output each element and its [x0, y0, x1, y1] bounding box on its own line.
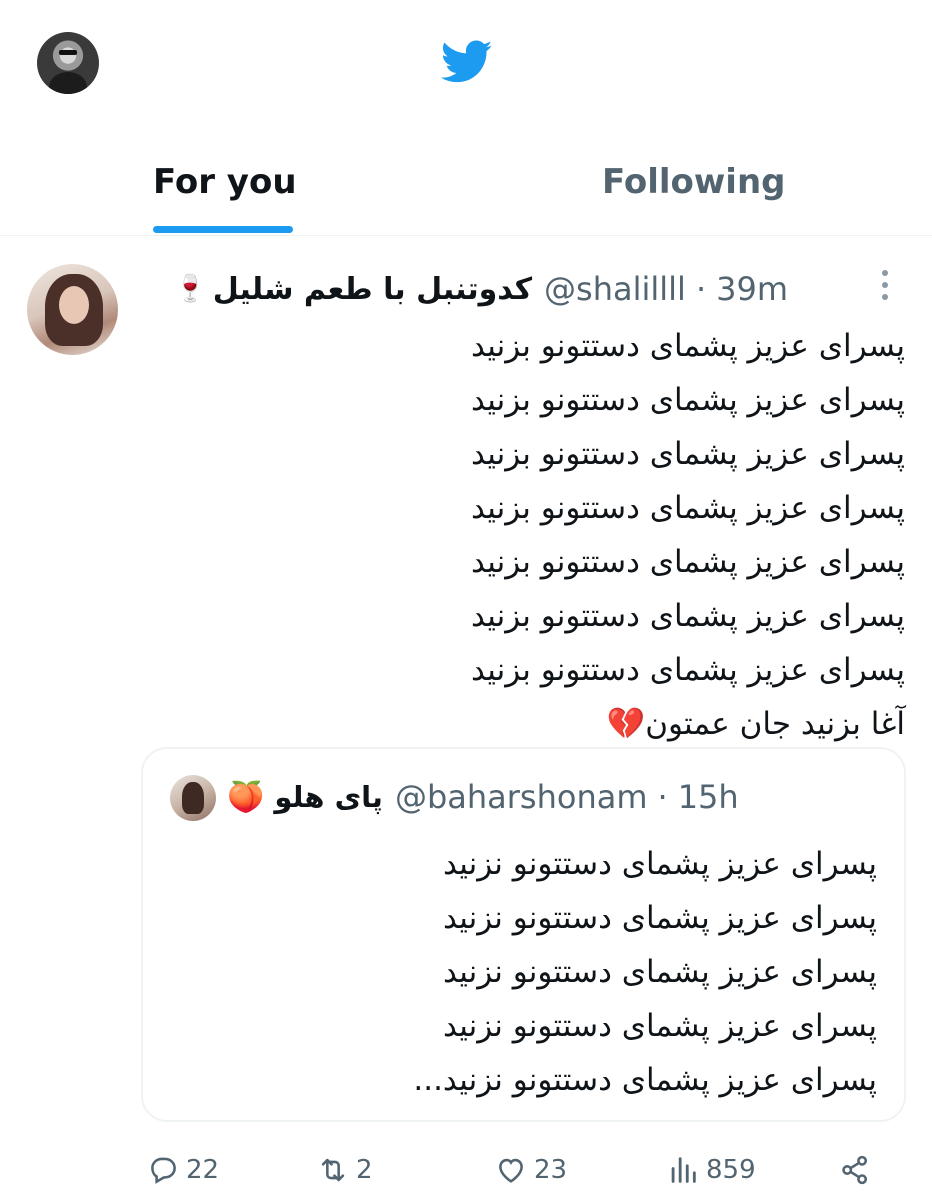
share-icon — [842, 1155, 868, 1185]
tweet-line: پسرای عزیز پشمای دستتونو بزنید — [470, 598, 905, 634]
like-button[interactable]: 23 — [494, 1153, 567, 1187]
retweet-icon — [321, 1158, 345, 1182]
tweet-line: پسرای عزیز پشمای دستتونو بزنید — [470, 490, 905, 526]
quote-line: پسرای عزیز پشمای دستتونو نزنید — [442, 846, 877, 882]
top-bar — [0, 0, 932, 130]
reply-count: 22 — [186, 1155, 220, 1185]
tab-following[interactable]: Following — [602, 162, 785, 202]
tweet-line: آغا بزنید جان عمتون💔 — [606, 706, 905, 742]
author-avatar[interactable] — [27, 264, 118, 355]
quoted-tweet[interactable]: 🍑 پای هلو @baharshonam · 15h پسرای عزیز … — [141, 747, 906, 1122]
tweet-line: پسرای عزیز پشمای دستتونو بزنید — [470, 652, 905, 688]
active-tab-indicator — [153, 226, 293, 233]
tweet-text: پسرای عزیز پشمای دستتونو بزنید پسرای عزی… — [145, 319, 905, 751]
separator-dot: · — [695, 270, 707, 308]
name-emoji: 🍷 — [174, 274, 207, 304]
avatar-shirt — [49, 72, 87, 94]
more-options-icon[interactable] — [877, 267, 893, 301]
quote-text: پسرای عزیز پشمای دستتونو نزنید پسرای عزی… — [177, 837, 877, 1107]
peach-emoji: 🍑 — [227, 779, 265, 815]
tweet-actions: 22 2 23 859 — [0, 1147, 932, 1197]
avatar-glasses — [59, 50, 77, 55]
heart-icon — [499, 1158, 523, 1183]
tweet-line: پسرای عزیز پشمای دستتونو بزنید — [470, 436, 905, 472]
avatar-hair — [182, 782, 204, 814]
quote-author-avatar — [170, 775, 216, 821]
retweet-button[interactable]: 2 — [316, 1153, 373, 1187]
quote-line: پسرای عزیز پشمای دستتونو نزنید — [442, 1008, 877, 1044]
quote-line: پسرای عزیز پشمای دستتونو نزنید... — [413, 1062, 877, 1098]
tweet-line: پسرای عزیز پشمای دستتونو بزنید — [470, 544, 905, 580]
analytics-icon — [671, 1157, 696, 1183]
tweet-line: پسرای عزیز پشمای دستتونو بزنید — [470, 382, 905, 418]
reply-button[interactable]: 22 — [146, 1153, 219, 1187]
quote-author-handle: @baharshonam — [394, 778, 648, 816]
quote-line: پسرای عزیز پشمای دستتونو نزنید — [442, 900, 877, 936]
retweet-count: 2 — [356, 1155, 373, 1185]
tweet-timestamp[interactable]: 39m — [716, 270, 788, 308]
share-button[interactable] — [838, 1153, 872, 1187]
views-count: 859 — [706, 1155, 756, 1185]
tweet-header: 🍷 کدوتنبل با طعم شلیل @shalillll · 39m — [174, 267, 788, 311]
quote-timestamp: 15h — [677, 778, 739, 816]
tab-for-you[interactable]: For you — [153, 162, 297, 202]
tweet-line: پسرای عزیز پشمای دستتونو بزنید — [470, 328, 905, 364]
author-handle[interactable]: @shalillll — [544, 270, 686, 308]
quote-line: پسرای عزیز پشمای دستتونو نزنید — [442, 954, 877, 990]
avatar-face — [59, 286, 89, 324]
author-display-name[interactable]: کدوتنبل با طعم شلیل — [213, 272, 532, 307]
reply-icon — [151, 1157, 176, 1184]
quote-header: 🍑 پای هلو @baharshonam · 15h — [227, 771, 739, 823]
profile-avatar[interactable] — [37, 32, 99, 94]
twitter-bird-icon[interactable] — [441, 40, 493, 84]
like-count: 23 — [534, 1155, 568, 1185]
separator-dot: · — [657, 778, 668, 816]
timeline-tabs: For you Following — [0, 130, 932, 236]
quote-author-display-name: پای هلو — [274, 780, 383, 814]
views-button[interactable]: 859 — [666, 1153, 756, 1187]
tweet[interactable]: 🍷 کدوتنبل با طعم شلیل @shalillll · 39m پ… — [0, 237, 932, 1200]
